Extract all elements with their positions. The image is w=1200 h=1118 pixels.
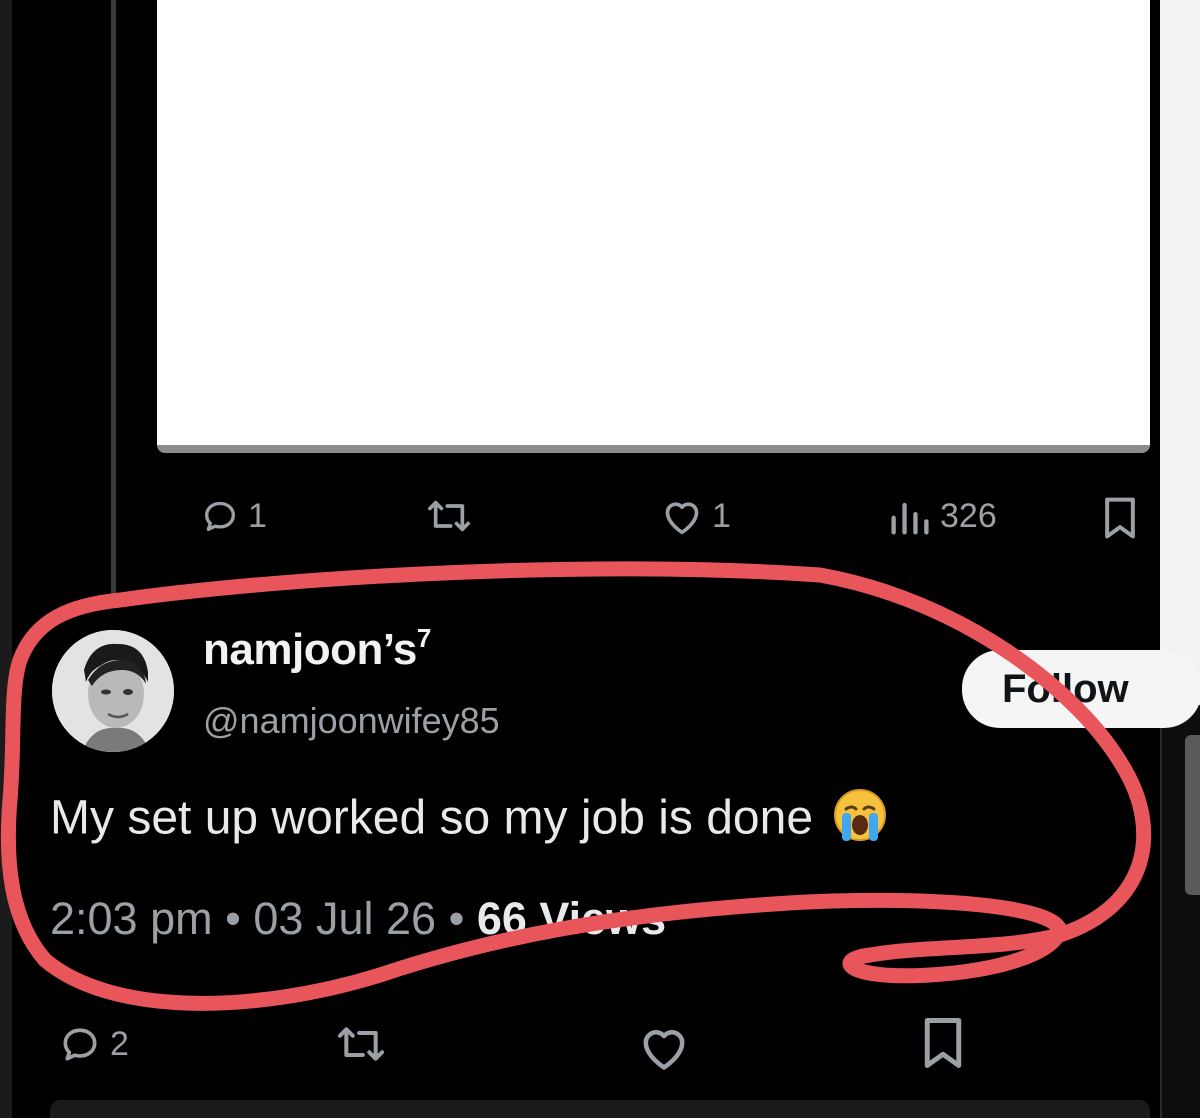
views-icon: [891, 502, 929, 535]
thread-connector-line: [111, 0, 116, 600]
bookmark-button[interactable]: [920, 1016, 966, 1070]
upper-view-count: 326: [940, 496, 997, 535]
post-media-edge: [157, 445, 1150, 453]
reply-button[interactable]: 2: [58, 1022, 129, 1066]
repost-icon: [337, 1027, 385, 1061]
post-media-image[interactable]: [157, 0, 1150, 445]
display-name[interactable]: namjoon’s7: [203, 623, 431, 675]
reply-icon: [205, 501, 235, 531]
post-views[interactable]: 66 Views: [477, 893, 666, 944]
tweet-text: My set up worked so my job is done: [50, 787, 888, 855]
meta-separator-1: •: [225, 893, 241, 944]
post-date[interactable]: 03 Jul 26: [253, 893, 436, 944]
bookmark-icon: [924, 1018, 962, 1068]
bookmark-icon: [1105, 497, 1135, 539]
repost-icon: [428, 500, 470, 532]
upper-repost-button[interactable]: [425, 496, 473, 536]
follow-button[interactable]: Follow: [962, 650, 1200, 728]
upper-reply-button[interactable]: 1: [200, 496, 267, 536]
upper-reply-count: 1: [248, 496, 267, 535]
reply-icon: [63, 1028, 97, 1061]
upper-like-button[interactable]: 1: [660, 496, 731, 536]
crying-face-emoji: [832, 787, 888, 855]
like-button[interactable]: [636, 1022, 692, 1072]
avatar[interactable]: [52, 630, 174, 752]
like-icon: [643, 1030, 685, 1070]
reply-count: 2: [110, 1024, 129, 1063]
user-handle[interactable]: @namjoonwifey85: [203, 700, 500, 742]
display-name-text: namjoon’s: [203, 625, 417, 674]
post-meta: 2:03 pm • 03 Jul 26 • 66 Views: [50, 893, 666, 945]
upper-views-button[interactable]: 326: [888, 496, 997, 536]
meta-separator-2: •: [448, 893, 465, 944]
tweet-text-content: My set up worked so my job is done: [50, 791, 814, 845]
upper-bookmark-button[interactable]: [1100, 496, 1140, 540]
left-frame: [0, 0, 12, 1118]
repost-button[interactable]: [335, 1022, 387, 1066]
avatar-photo: [52, 630, 174, 752]
post-time[interactable]: 2:03 pm: [50, 893, 213, 944]
next-item-edge: [50, 1100, 1150, 1118]
right-panel-scroll-handle[interactable]: [1185, 735, 1200, 895]
upper-like-count: 1: [712, 496, 731, 535]
display-name-superscript: 7: [416, 623, 431, 653]
like-icon: [665, 502, 699, 535]
